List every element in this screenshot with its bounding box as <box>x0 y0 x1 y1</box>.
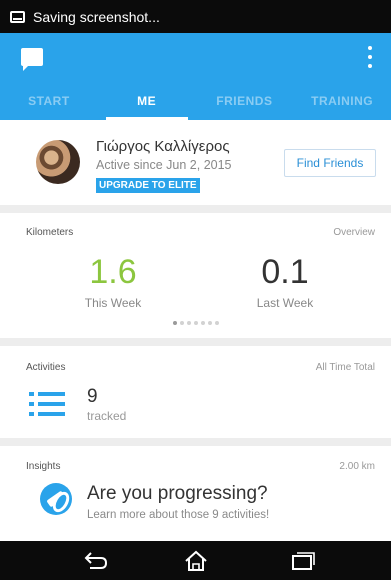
insight-headline: Are you progressing? <box>87 483 268 504</box>
chat-icon[interactable] <box>21 48 43 71</box>
page-dot <box>187 321 191 325</box>
status-notification: Saving screenshot... <box>33 8 160 25</box>
kilometers-title: Kilometers <box>26 227 74 238</box>
page-dot <box>180 321 184 325</box>
page-dot <box>215 321 219 325</box>
activities-count-label: tracked <box>87 409 127 423</box>
this-week-label: This Week <box>84 296 142 310</box>
activities-title: Activities <box>26 362 66 373</box>
screenshot-icon <box>10 10 25 23</box>
insights-card[interactable]: Insights 2.00 km Are you progressing? Le… <box>0 446 391 541</box>
activities-count: 9 <box>87 386 98 407</box>
insight-icon <box>40 483 72 515</box>
kilometers-card[interactable]: Kilometers Overview 1.6 This Week 0.1 La… <box>0 213 391 338</box>
home-icon[interactable] <box>182 550 210 572</box>
last-week-value: 0.1 <box>261 253 309 291</box>
tab-me[interactable]: ME <box>98 85 196 120</box>
app-bar: START ME FRIENDS TRAINING <box>0 33 391 120</box>
overflow-menu-icon[interactable] <box>367 46 373 68</box>
find-friends-button[interactable]: Find Friends <box>284 149 376 177</box>
profile-card: Γιώργος Καλλίγερος Active since Jun 2, 2… <box>0 120 391 205</box>
tab-friends[interactable]: FRIENDS <box>196 85 294 120</box>
status-bar: Saving screenshot... <box>0 0 391 33</box>
insights-distance: 2.00 km <box>339 461 375 472</box>
page-dot <box>173 321 177 325</box>
back-icon[interactable] <box>82 550 110 572</box>
page-indicator <box>173 321 219 325</box>
list-icon <box>29 392 65 416</box>
upgrade-to-elite-link[interactable]: UPGRADE TO ELITE <box>96 178 200 193</box>
insights-title: Insights <box>26 461 61 472</box>
page-dot <box>208 321 212 325</box>
profile-name: Γιώργος Καλλίγερος <box>96 138 230 155</box>
profile-active-since: Active since Jun 2, 2015 <box>96 158 232 172</box>
page-dot <box>194 321 198 325</box>
avatar[interactable] <box>36 140 80 184</box>
page-dot <box>201 321 205 325</box>
insight-subtext: Learn more about those 9 activities! <box>87 509 270 521</box>
activities-total-label: All Time Total <box>315 362 375 373</box>
activities-card[interactable]: Activities All Time Total 9 tracked <box>0 346 391 438</box>
last-week-label: Last Week <box>256 296 314 310</box>
tab-training[interactable]: TRAINING <box>293 85 391 120</box>
kilometers-overview-link[interactable]: Overview <box>333 227 375 238</box>
system-nav-bar <box>0 541 391 580</box>
tab-start[interactable]: START <box>0 85 98 120</box>
this-week-value: 1.6 <box>89 253 137 291</box>
tab-bar: START ME FRIENDS TRAINING <box>0 85 391 120</box>
recent-apps-icon[interactable] <box>289 550 317 572</box>
